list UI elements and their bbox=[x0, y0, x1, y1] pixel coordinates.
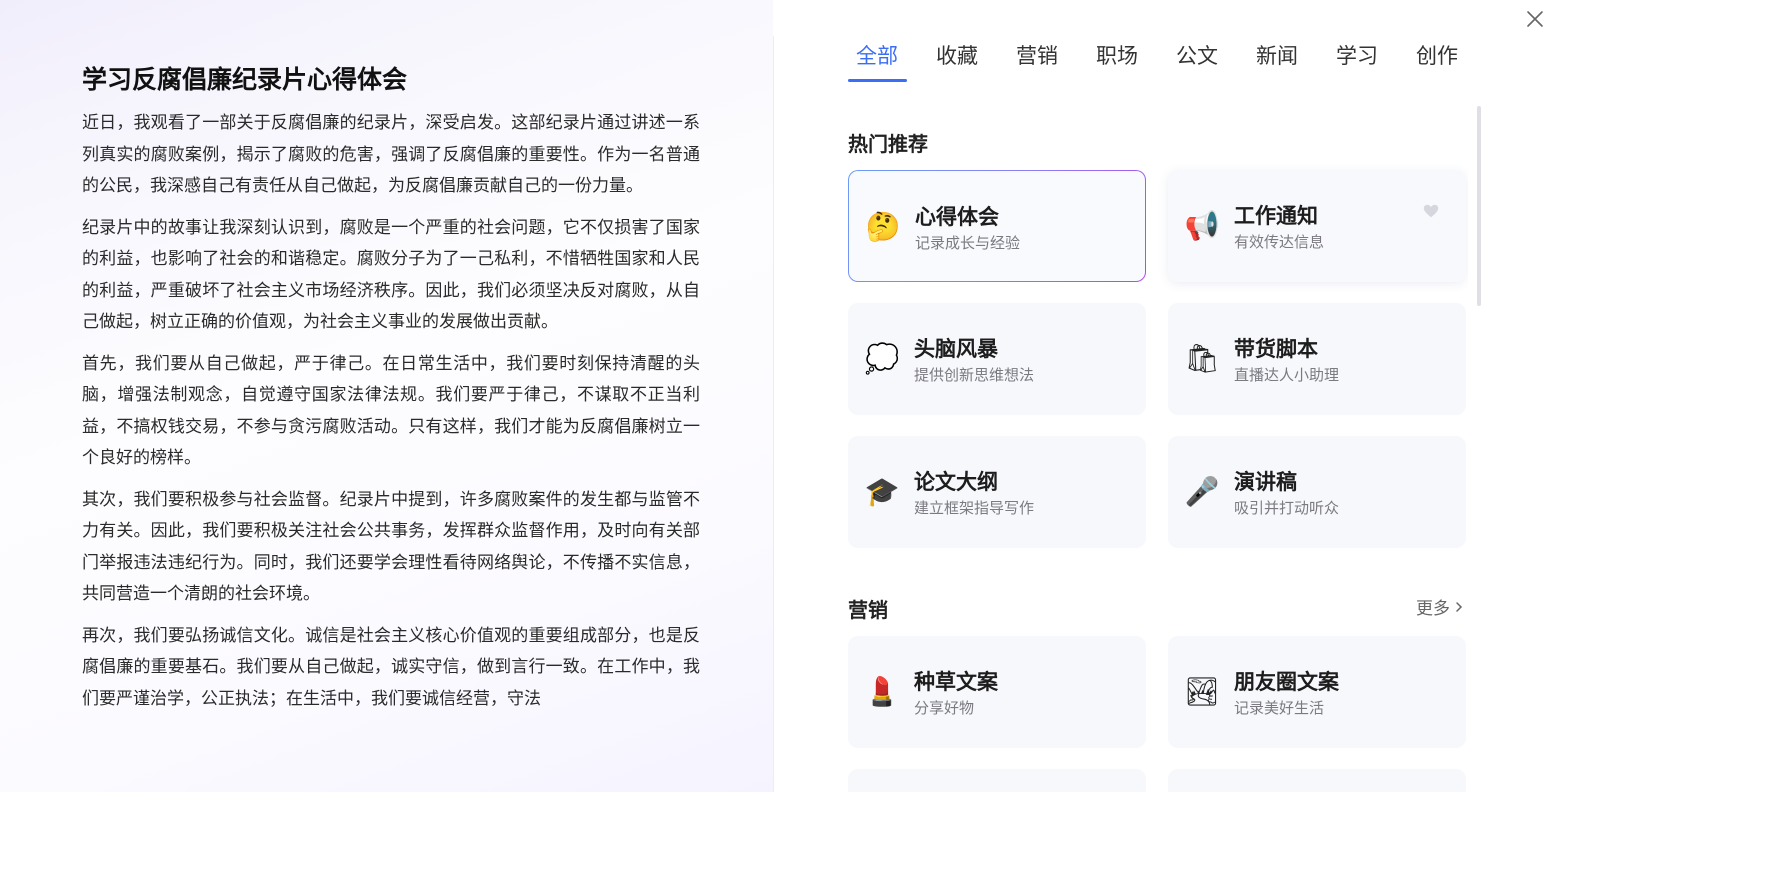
article-paragraph: 纪录片中的故事让我深刻认识到，腐败是一个严重的社会问题，它不仅损害了国家的利益，… bbox=[82, 217, 700, 333]
thinking-face-icon: 🤔 bbox=[865, 210, 901, 243]
template-list[interactable]: 热门推荐 🤔 心得体会 记录成长与经验 📢 工作通知 有效传达信息 💭 头脑风暴… bbox=[848, 100, 1468, 792]
article-paragraph: 再次，我们要弘扬诚信文化。诚信是社会主义核心价值观的重要组成部分，也是反腐倡廉的… bbox=[82, 625, 700, 709]
template-panel: 全部 收藏 营销 职场 公文 新闻 学习 创作 热门推荐 🤔 心得体会 记录成长… bbox=[774, 0, 1568, 792]
card-title: 论文大纲 bbox=[914, 470, 998, 494]
section-title-hot: 热门推荐 bbox=[848, 132, 928, 156]
tab-marketing[interactable]: 营销 bbox=[1008, 40, 1088, 84]
article-paragraph: 近日，我观看了一部关于反腐倡廉的纪录片，深受启发。这部纪录片通过讲述一系列真实的… bbox=[82, 113, 700, 196]
card-title: 工作通知 bbox=[1234, 204, 1318, 228]
card-title: 心得体会 bbox=[915, 205, 999, 229]
tab-news[interactable]: 新闻 bbox=[1248, 40, 1328, 84]
card-description: 记录美好生活 bbox=[1234, 699, 1325, 717]
template-card-moments-copy[interactable]: 🏞 朋友圈文案 记录美好生活 bbox=[1168, 636, 1466, 748]
category-tabs: 全部 收藏 营销 职场 公文 新闻 学习 创作 bbox=[848, 40, 1488, 84]
tab-creation[interactable]: 创作 bbox=[1408, 40, 1488, 84]
card-title: 头脑风暴 bbox=[914, 337, 998, 361]
tab-favorites[interactable]: 收藏 bbox=[928, 40, 1008, 84]
template-card-thesis-outline[interactable]: 🎓 论文大纲 建立框架指导写作 bbox=[848, 436, 1146, 548]
tab-official-docs[interactable]: 公文 bbox=[1168, 40, 1248, 84]
article-body[interactable]: 近日，我观看了一部关于反腐倡廉的纪录片，深受启发。这部纪录片通过讲述一系列真实的… bbox=[82, 108, 700, 725]
card-description: 吸引并打动听众 bbox=[1234, 499, 1340, 517]
more-link-label: 更多 bbox=[1416, 599, 1450, 619]
tab-study[interactable]: 学习 bbox=[1328, 40, 1408, 84]
card-title: 带货脚本 bbox=[1234, 337, 1318, 361]
card-description: 直播达人小助理 bbox=[1234, 366, 1340, 384]
graduation-cap-icon: 🎓 bbox=[864, 475, 900, 508]
document-title: 学习反腐倡廉纪录片心得体会 bbox=[82, 65, 408, 94]
card-title: 朋友圈文案 bbox=[1234, 670, 1339, 694]
close-button[interactable] bbox=[1524, 8, 1546, 30]
template-card-work-notice[interactable]: 📢 工作通知 有效传达信息 bbox=[1168, 170, 1466, 282]
megaphone-icon: 📢 bbox=[1184, 209, 1220, 242]
template-card-experience[interactable]: 🤔 心得体会 记录成长与经验 bbox=[848, 170, 1146, 282]
article-paragraph: 其次，我们要积极参与社会监督。纪录片中提到，许多腐败案件的发生都与监管不力有关。… bbox=[82, 489, 700, 605]
shopping-bags-icon: 🛍 bbox=[1184, 342, 1220, 375]
article-paragraph: 首先，我们要从自己做起，严于律己。在日常生活中，我们要时刻保持清醒的头脑，增强法… bbox=[82, 353, 700, 469]
more-link[interactable]: 更多 bbox=[1416, 594, 1464, 619]
card-description: 提供创新思维想法 bbox=[914, 366, 1035, 384]
tab-all[interactable]: 全部 bbox=[848, 40, 928, 84]
microphone-icon: 🎤 bbox=[1184, 475, 1220, 508]
card-title: 演讲稿 bbox=[1234, 470, 1297, 494]
lipstick-icon: 💄 bbox=[864, 675, 900, 708]
tab-workplace[interactable]: 职场 bbox=[1088, 40, 1168, 84]
card-title: 种草文案 bbox=[914, 670, 998, 694]
close-icon bbox=[1527, 11, 1543, 27]
chevron-right-icon bbox=[1456, 601, 1463, 612]
template-card-speech[interactable]: 🎤 演讲稿 吸引并打动听众 bbox=[1168, 436, 1466, 548]
card-description: 建立框架指导写作 bbox=[914, 499, 1035, 517]
card-description: 分享好物 bbox=[914, 699, 975, 717]
section-title-marketing: 营销 bbox=[848, 598, 888, 622]
card-description: 有效传达信息 bbox=[1234, 233, 1325, 251]
template-card-brainstorm[interactable]: 💭 头脑风暴 提供创新思维想法 bbox=[848, 303, 1146, 415]
template-card-sales-script[interactable]: 🛍 带货脚本 直播达人小助理 bbox=[1168, 303, 1466, 415]
template-card[interactable] bbox=[848, 769, 1146, 792]
landscape-picture-icon: 🏞 bbox=[1184, 675, 1220, 708]
heart-icon[interactable] bbox=[1422, 202, 1440, 220]
thought-balloon-icon: 💭 bbox=[864, 342, 900, 375]
scrollbar-thumb[interactable] bbox=[1477, 106, 1481, 306]
document-panel: 学习反腐倡廉纪录片心得体会 近日，我观看了一部关于反腐倡廉的纪录片，深受启发。这… bbox=[0, 0, 773, 792]
template-card-recommend-copy[interactable]: 💄 种草文案 分享好物 bbox=[848, 636, 1146, 748]
template-card[interactable] bbox=[1168, 769, 1466, 792]
card-description: 记录成长与经验 bbox=[915, 234, 1021, 252]
